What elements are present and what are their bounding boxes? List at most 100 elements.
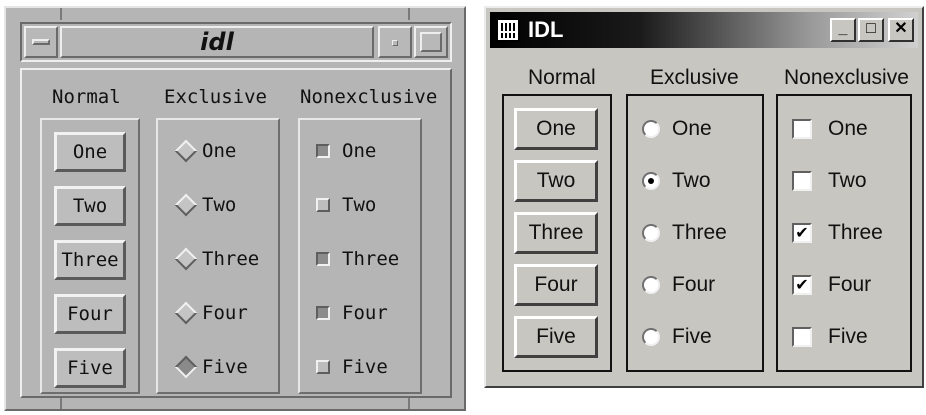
radio-four-label: Four (202, 302, 248, 324)
checkmark-icon: ✔ (792, 223, 812, 243)
button-three[interactable]: Three (514, 212, 598, 254)
radio-two[interactable]: Two (642, 166, 711, 196)
radio-two[interactable]: Two (174, 190, 236, 220)
checkbox-five-label: Five (342, 356, 388, 378)
frame-resize-tick[interactable] (408, 8, 410, 20)
exclusive-heading: Exclusive (650, 66, 739, 89)
minimize-button[interactable]: _ (830, 18, 856, 42)
minimize-button[interactable] (378, 26, 412, 58)
checkbox-icon (792, 327, 812, 347)
nonexclusive-group: One Two ✔ Three ✔ Four Five (776, 94, 912, 372)
normal-heading: Normal (528, 66, 596, 89)
frame-resize-tick[interactable] (408, 397, 410, 409)
checkbox-icon (792, 171, 812, 191)
checkbox-three-label: Three (828, 221, 883, 244)
button-four[interactable]: Four (514, 264, 598, 306)
radio-two-label: Two (202, 194, 237, 216)
checkbox-three[interactable]: ✔ Three (792, 218, 883, 248)
radio-five-label: Five (202, 356, 248, 378)
window-title: idl (60, 26, 374, 58)
radio-icon (642, 120, 660, 138)
close-button[interactable]: ✕ (888, 18, 914, 42)
button-two[interactable]: Two (514, 160, 598, 202)
checkbox-one[interactable]: One (792, 114, 868, 144)
radio-five[interactable]: Five (642, 322, 712, 352)
exclusive-heading: Exclusive (164, 86, 267, 108)
minimize-icon: _ (838, 20, 848, 37)
minimize-icon (392, 40, 398, 46)
checkbox-two[interactable]: Two (316, 190, 376, 220)
normal-heading: Normal (52, 86, 121, 108)
radio-icon (642, 276, 660, 294)
radio-five-label: Five (672, 325, 712, 348)
radio-one[interactable]: One (174, 136, 236, 166)
app-icon[interactable] (496, 18, 520, 42)
radio-diamond-icon (174, 301, 198, 325)
window-title: IDL (528, 17, 564, 42)
checkbox-one[interactable]: One (316, 136, 376, 166)
radio-five[interactable]: Five (174, 352, 248, 382)
checkbox-four[interactable]: Four (316, 298, 388, 328)
close-icon: ✕ (894, 20, 908, 37)
button-five[interactable]: Five (514, 316, 598, 358)
maximize-icon (420, 32, 442, 52)
button-one[interactable]: One (54, 132, 126, 172)
radio-one-label: One (202, 140, 237, 162)
windows-titlebar[interactable]: IDL _ □ ✕ (490, 12, 918, 48)
radio-diamond-selected-icon (174, 355, 198, 379)
frame-resize-tick[interactable] (60, 8, 62, 20)
checkbox-three-label: Three (342, 248, 400, 270)
checkbox-three[interactable]: Three (316, 244, 399, 274)
button-three[interactable]: Three (54, 240, 126, 280)
radio-diamond-icon (174, 193, 198, 217)
windows-window: IDL _ □ ✕ Normal One Two Three Four Five… (484, 6, 924, 388)
motif-content: Normal One Two Three Four Five Exclusive… (20, 68, 452, 398)
checkbox-two-label: Two (342, 194, 377, 216)
radio-three[interactable]: Three (174, 244, 259, 274)
radio-icon (642, 328, 660, 346)
button-four[interactable]: Four (54, 294, 126, 334)
exclusive-group: One Two Three Four Five (626, 94, 764, 372)
checkbox-one-label: One (828, 117, 868, 140)
checkbox-checked-icon (316, 306, 330, 320)
radio-four[interactable]: Four (174, 298, 248, 328)
radio-three-label: Three (672, 221, 727, 244)
checkbox-checked-icon (316, 144, 330, 158)
frame-resize-tick[interactable] (60, 397, 62, 409)
motif-titlebar[interactable]: idl (20, 22, 452, 62)
nonexclusive-heading: Nonexclusive (784, 66, 909, 89)
maximize-button[interactable]: □ (858, 18, 884, 42)
radio-four[interactable]: Four (642, 270, 715, 300)
checkbox-five[interactable]: Five (316, 352, 388, 382)
checkbox-one-label: One (342, 140, 377, 162)
window-menu-icon (32, 39, 50, 45)
checkbox-five[interactable]: Five (792, 322, 868, 352)
button-two[interactable]: Two (54, 186, 126, 226)
radio-selected-icon (642, 172, 660, 190)
checkbox-five-label: Five (828, 325, 868, 348)
button-one[interactable]: One (514, 108, 598, 150)
radio-one[interactable]: One (642, 114, 712, 144)
checkbox-two-label: Two (828, 169, 867, 192)
window-menu-button[interactable] (24, 26, 58, 58)
radio-four-label: Four (672, 273, 716, 296)
maximize-icon: □ (866, 20, 876, 37)
checkbox-two[interactable]: Two (792, 166, 867, 196)
normal-group: One Two Three Four Five (502, 94, 612, 372)
radio-three-label: Three (202, 248, 260, 270)
radio-icon (642, 224, 660, 242)
radio-diamond-icon (174, 247, 198, 271)
checkbox-four[interactable]: ✔ Four (792, 270, 871, 300)
exclusive-group: One Two Three Four Five (156, 118, 280, 394)
checkbox-four-label: Four (342, 302, 388, 324)
radio-three[interactable]: Three (642, 218, 727, 248)
radio-diamond-icon (174, 139, 198, 163)
button-five[interactable]: Five (54, 348, 126, 388)
checkbox-icon (316, 360, 330, 374)
checkbox-checked-icon (316, 252, 330, 266)
maximize-button[interactable] (414, 26, 448, 58)
motif-window: idl Normal One Two Three Four Five Exclu… (4, 6, 466, 411)
normal-group: One Two Three Four Five (40, 118, 140, 394)
nonexclusive-heading: Nonexclusive (300, 86, 438, 108)
checkbox-four-label: Four (828, 273, 872, 296)
